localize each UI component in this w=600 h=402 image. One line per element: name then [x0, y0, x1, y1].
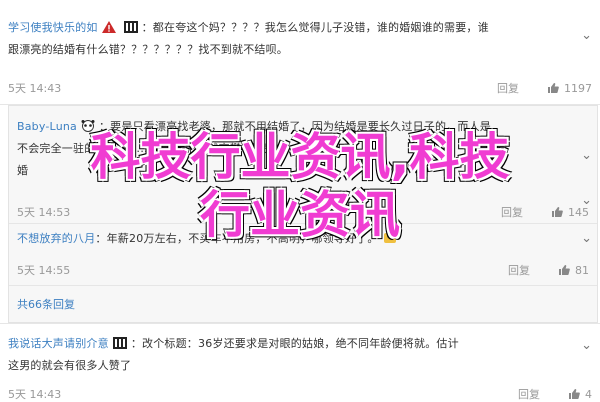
comment-1: 学习使我快乐的如 ：都在夸这个妈？？？？我怎么觉得儿子没错，谁的婚姻谁的需要，谁 …: [0, 0, 600, 105]
chevron-down-icon[interactable]: ⌄: [581, 28, 592, 43]
reply-1: Baby-Luna ：要是只看漂亮找老婆，那就不用结婚了，因为结婚是要长久过日子的…: [9, 114, 597, 224]
chevron-down-icon[interactable]: ⌄: [581, 231, 592, 246]
comment-2: 我说话大声请别介意 ：改个标题：36岁还要求是对眼的姑娘，绝不同年龄便将就。估计 …: [0, 323, 600, 401]
reply-body: Baby-Luna ：要是只看漂亮找老婆，那就不用结婚了，因为结婚是要长久过日子的…: [17, 116, 589, 138]
reply-author[interactable]: Baby-Luna: [17, 120, 77, 133]
panda-emoji-icon: [81, 118, 95, 132]
comment-text-line: 跟漂亮的结婚有什么错？？？？？？？找不到就不结呗。: [8, 43, 288, 56]
more-replies-row: 共66条回复: [9, 288, 597, 322]
chevron-down-icon[interactable]: ⌄: [581, 148, 592, 163]
reply-button[interactable]: 回复: [508, 262, 530, 278]
reply-button[interactable]: 回复: [501, 204, 523, 220]
sticker-emoji-icon: [123, 19, 138, 33]
comment-author[interactable]: 我说话大声请别介意: [8, 337, 109, 350]
thumbs-up-icon: [552, 207, 563, 217]
thumbs-up-icon: [559, 265, 570, 275]
reply-body: 不想放弃的八月：年薪20万左右，不买车不用房，不高明，哪领导好了。: [17, 228, 589, 250]
comment-text-line: ：改个标题：36岁还要求是对眼的姑娘，绝不同年龄便将就。估计: [130, 337, 459, 350]
reply-text-line: 婚: [17, 164, 29, 177]
like-button[interactable]: 81: [558, 264, 589, 277]
reply-text-line: ：年薪20万左右，不买车不用房，不高明，哪领导好了。: [95, 232, 379, 245]
reply-actions: 回复 145: [501, 204, 589, 220]
reply-text-line: 不会完全一驻的……但……十二大干去就高攀不漂亮……以别结: [17, 142, 331, 155]
like-button[interactable]: 1197: [547, 82, 592, 95]
warning-emoji-icon: [101, 19, 116, 33]
reply-time: 5天 14:55: [17, 264, 71, 277]
comment-text-line: 这男的就会有很多人赞了: [8, 359, 132, 372]
comment-text-line: ：都在夸这个妈？？？？我怎么觉得儿子没错，谁的婚姻谁的需要，谁: [141, 21, 489, 34]
thumbs-up-icon: [548, 83, 559, 93]
reply-time: 5天 14:53: [17, 206, 71, 219]
comment-actions: 回复 1197: [497, 80, 592, 96]
like-count: 81: [575, 263, 589, 277]
thumbs-up-icon: [569, 389, 580, 399]
sticker-emoji-icon: [112, 335, 127, 349]
like-button[interactable]: 4: [568, 388, 592, 401]
chevron-down-icon[interactable]: ⌄: [581, 338, 592, 353]
reply-actions: 回复 81: [508, 262, 589, 278]
reply-button[interactable]: 回复: [497, 80, 519, 96]
comment-author[interactable]: 学习使我快乐的如: [8, 21, 98, 34]
reply-author[interactable]: 不想放弃的八月: [17, 232, 95, 245]
reply-text-line: ：要是只看漂亮找老婆，那就不用结婚了，因为结婚是要长久过日子的，而人是: [98, 120, 491, 133]
reply-2: 不想放弃的八月：年薪20万左右，不买车不用房，不高明，哪领导好了。 5天 14:…: [9, 226, 597, 286]
like-count: 4: [585, 387, 592, 401]
comment-body: 我说话大声请别介意 ：改个标题：36岁还要求是对眼的姑娘，绝不同年龄便将就。估计: [8, 333, 592, 355]
replies-panel: Baby-Luna ：要是只看漂亮找老婆，那就不用结婚了，因为结婚是要长久过日子的…: [8, 105, 598, 323]
clap-emoji-icon: [383, 230, 397, 243]
chevron-down-icon[interactable]: ⌄: [581, 193, 592, 208]
more-replies-link[interactable]: 共66条回复: [17, 296, 75, 312]
comment-time: 5天 14:43: [8, 82, 62, 95]
comment-body: 学习使我快乐的如 ：都在夸这个妈？？？？我怎么觉得儿子没错，谁的婚姻谁的需要，谁: [8, 17, 592, 39]
like-count: 1197: [564, 81, 592, 95]
